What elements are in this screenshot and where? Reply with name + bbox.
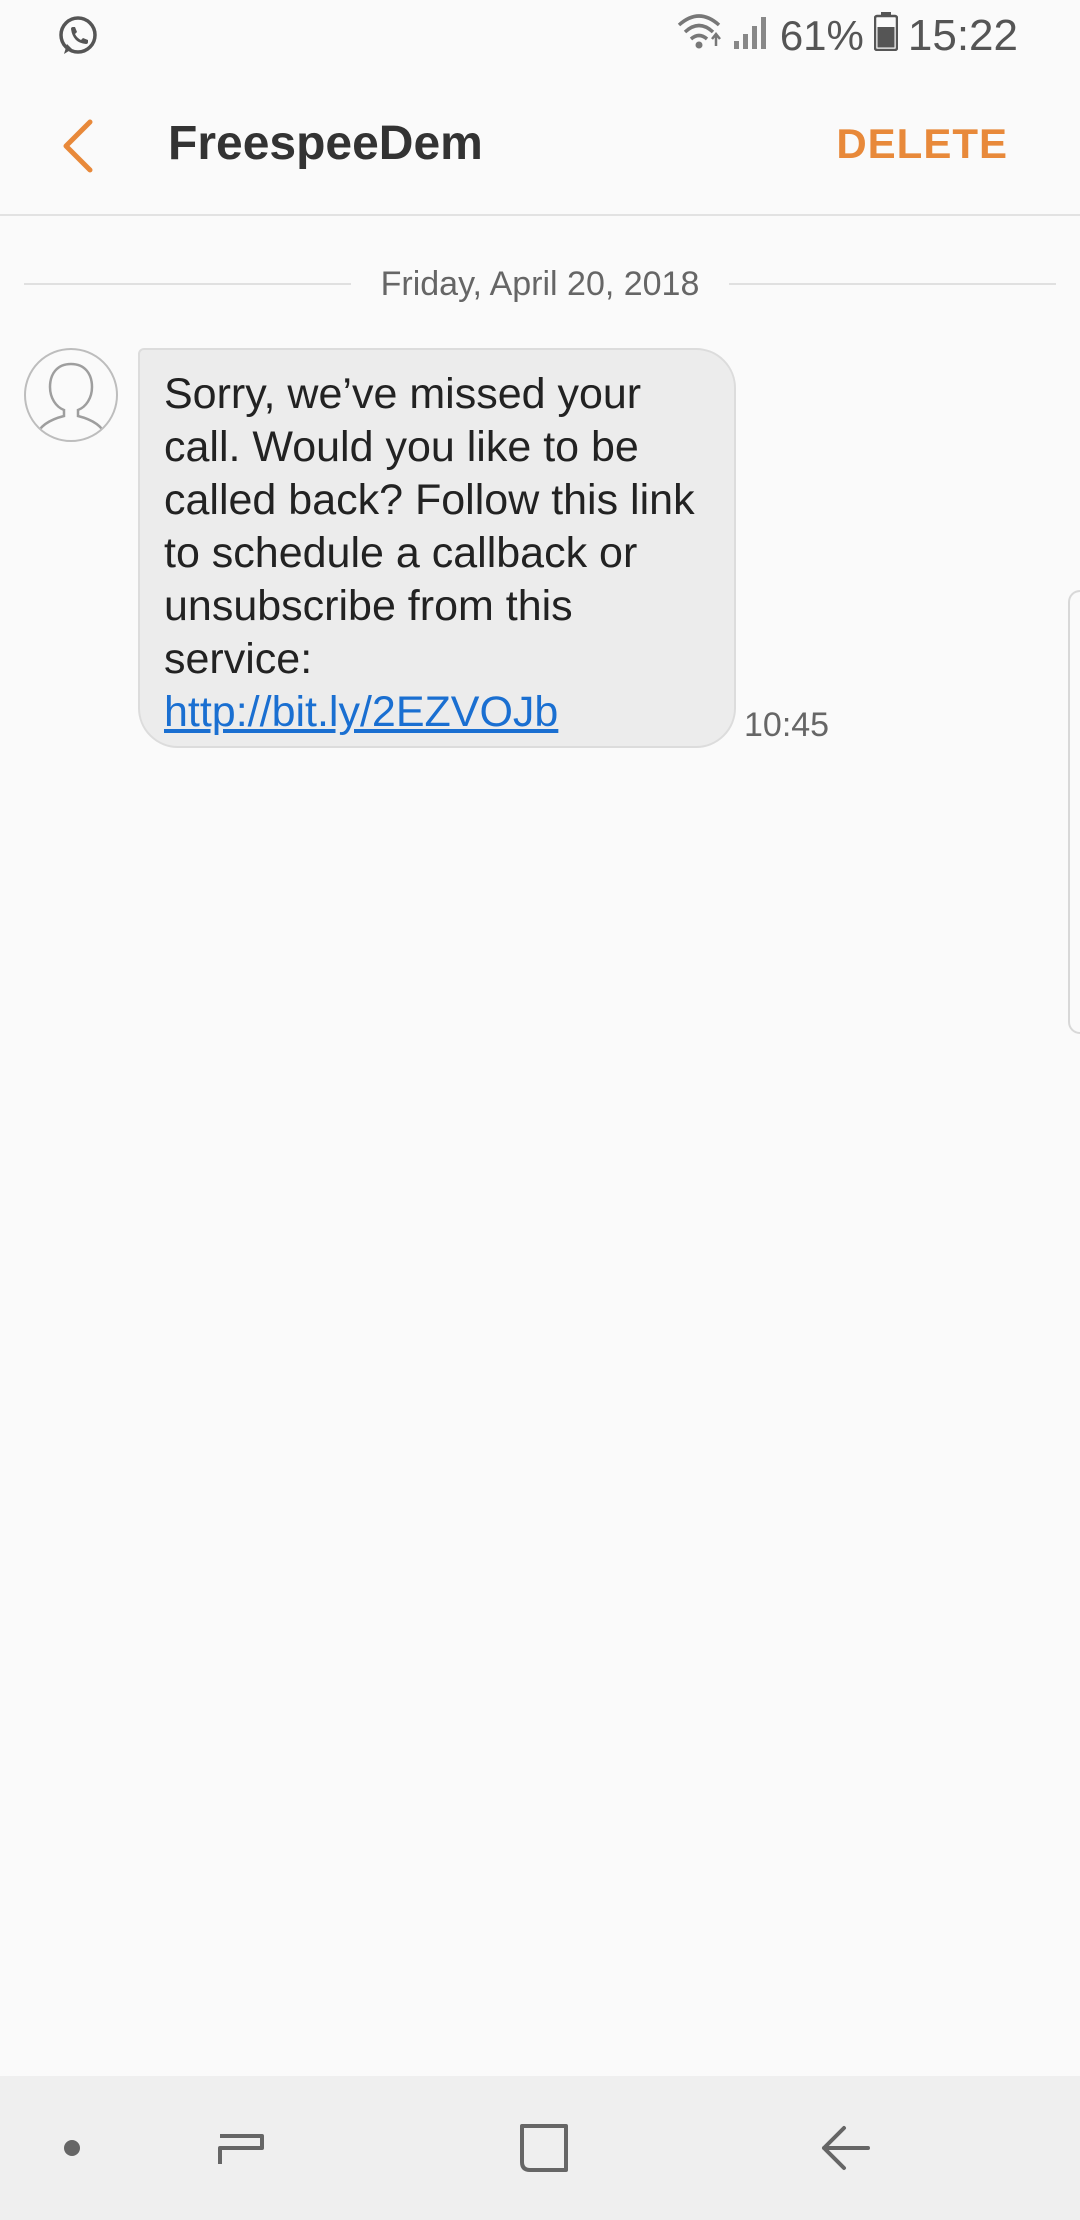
recent-apps-icon[interactable] <box>206 2112 278 2184</box>
app-bar: FreespeeDem DELETE <box>0 72 1080 216</box>
status-bar: 61% 15:22 <box>0 0 1080 72</box>
navigation-bar <box>0 2076 1080 2220</box>
signal-icon <box>732 11 770 62</box>
date-separator: Friday, April 20, 2018 <box>24 262 1056 306</box>
edge-panel-handle[interactable] <box>1068 590 1080 1034</box>
back-icon[interactable] <box>810 2112 882 2184</box>
battery-icon <box>873 11 899 62</box>
wifi-icon <box>676 11 722 62</box>
chevron-left-icon <box>63 119 93 173</box>
back-button[interactable] <box>50 110 110 180</box>
clock: 15:22 <box>907 11 1018 60</box>
person-icon <box>34 362 108 437</box>
message-link[interactable]: http://bit.ly/2EZVOJb <box>164 688 558 736</box>
message-bubble[interactable]: Sorry, we’ve missed your call. Would you… <box>138 348 736 748</box>
battery-percent: 61% <box>779 12 864 59</box>
conversation-title: FreespeeDem <box>168 117 483 170</box>
avatar[interactable] <box>24 348 118 442</box>
dot-icon[interactable] <box>36 2112 108 2184</box>
status-icons: 61% 15:22 <box>676 8 1018 64</box>
date-label: Friday, April 20, 2018 <box>380 264 700 303</box>
delete-button[interactable]: DELETE <box>836 120 1008 168</box>
divider <box>729 283 1056 285</box>
divider <box>24 283 351 285</box>
message-text: Sorry, we’ve missed your call. Would you… <box>164 370 695 683</box>
message-time: 10:45 <box>744 706 830 744</box>
whatsapp-icon <box>56 14 100 58</box>
home-icon[interactable] <box>508 2112 580 2184</box>
